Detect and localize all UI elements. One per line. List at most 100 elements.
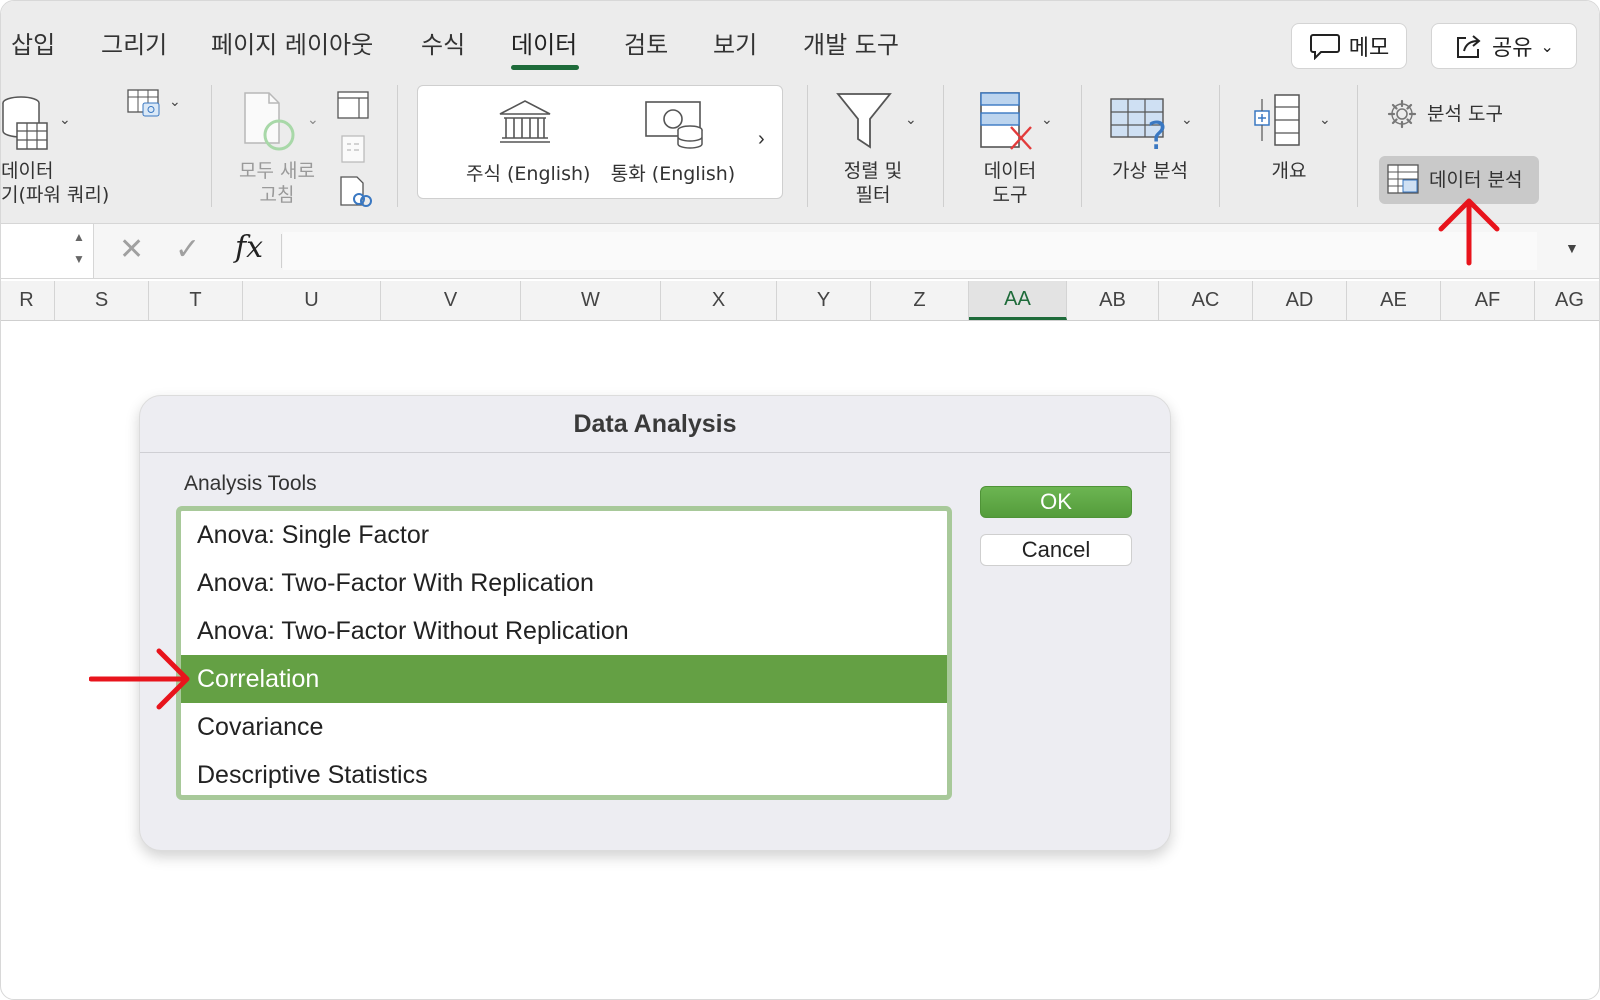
svg-text:?: ? [1147,114,1167,155]
data-analysis-dialog: Data Analysis Analysis Tools Anova: Sing… [139,395,1171,851]
what-if-analysis-label: 가상 분석 [1112,160,1188,182]
column-header-ae[interactable]: AE [1347,281,1441,320]
list-item[interactable]: Anova: Two-Factor Without Replication [181,607,947,655]
gear-icon [1387,99,1417,129]
list-item[interactable]: Anova: Two-Factor With Replication [181,559,947,607]
currencies-icon[interactable] [644,98,706,150]
stocks-bank-icon[interactable] [496,98,554,148]
edit-links-icon[interactable] [341,135,367,165]
column-header-s[interactable]: S [55,281,149,320]
group-separator [1219,85,1220,207]
name-box[interactable]: ▲ ▼ [1,224,94,278]
chevron-down-icon[interactable]: ⌄ [1319,111,1331,128]
tab-data[interactable]: 데이터 [511,25,577,60]
formula-bar: ▲ ▼ ✕ ✓ fx ▼ [1,223,1599,279]
expand-formula-icon[interactable]: ▼ [1565,240,1579,256]
column-header-ad[interactable]: AD [1253,281,1347,320]
tab-review[interactable]: 검토 [624,25,668,60]
column-header-aa[interactable]: AA [969,281,1067,320]
chevron-down-icon[interactable]: ⌄ [1181,111,1193,128]
memo-button[interactable]: 메모 [1291,23,1407,69]
share-button[interactable]: 공유 ⌄ [1431,23,1577,69]
chevron-right-icon[interactable]: › [758,128,765,151]
comment-icon [1309,34,1340,60]
column-header-u[interactable]: U [243,281,381,320]
refresh-all-label: 모두 새로 고침 [239,160,315,206]
data-tools-icon[interactable] [979,91,1037,153]
tab-page-layout[interactable]: 페이지 레이아웃 [211,25,373,60]
analysis-tools-label: Analysis Tools [184,472,317,495]
stocks-label[interactable]: 주식 (English) [466,162,590,186]
ribbon: 삽입 그리기 페이지 레이아웃 수식 데이터 검토 보기 개발 도구 메모 공유… [1,1,1599,223]
analysis-tools-label: 분석 도구 [1427,103,1503,125]
active-tab-indicator [511,65,579,70]
formula-input[interactable] [283,232,1537,270]
column-header-w[interactable]: W [521,281,661,320]
column-header-af[interactable]: AF [1441,281,1535,320]
group-separator [211,85,212,207]
list-item[interactable]: Covariance [181,703,947,751]
outline-label: 개요 [1271,160,1307,182]
confirm-entry-icon[interactable]: ✓ [175,232,200,267]
tab-view[interactable]: 보기 [713,25,757,60]
annotation-arrow-right [89,648,190,710]
share-label: 공유 [1492,36,1533,61]
currencies-label[interactable]: 통화 (English) [608,162,738,186]
tab-insert[interactable]: 삽입 [11,25,55,60]
column-header-t[interactable]: T [149,281,243,320]
what-if-analysis-icon[interactable]: ? [1109,97,1173,155]
group-separator [1357,85,1358,207]
group-separator [943,85,944,207]
column-header-ag[interactable]: AG [1535,281,1599,320]
data-tools-label: 데이터 도구 [983,160,1037,206]
column-headers: R S T U V W X Y Z AA AB AC AD AE AF AG [1,281,1599,321]
tab-draw[interactable]: 그리기 [101,25,167,60]
data-analysis-label: 데이터 분석 [1429,169,1523,191]
share-icon [1457,35,1481,58]
sort-filter-label: 정렬 및 필터 [843,160,903,206]
list-item[interactable]: Descriptive Statistics [181,751,947,795]
group-separator [1081,85,1082,207]
outline-icon[interactable] [1253,93,1303,149]
data-types-gallery: 주식 (English) 통화 (English) › [417,85,783,199]
chevron-down-icon[interactable]: ⌄ [169,93,181,110]
analysis-tools-button[interactable]: 분석 도구 [1387,99,1503,129]
database-icon[interactable] [1,91,57,153]
chevron-down-icon[interactable]: ⌄ [905,111,917,128]
group-separator [807,85,808,207]
list-item[interactable]: Anova: Single Factor [181,511,947,559]
group-separator [397,85,398,207]
memo-label: 메모 [1348,36,1390,61]
ok-button[interactable]: OK [980,486,1132,518]
cancel-entry-icon[interactable]: ✕ [119,232,144,267]
excel-window: 삽입 그리기 페이지 레이아웃 수식 데이터 검토 보기 개발 도구 메모 공유… [0,0,1600,1000]
filter-funnel-icon[interactable] [835,91,893,151]
list-item-selected[interactable]: Correlation [181,655,947,703]
formula-divider [281,234,282,268]
data-analysis-icon [1387,164,1419,194]
tab-developer[interactable]: 개발 도구 [803,25,899,60]
cancel-button[interactable]: Cancel [980,534,1132,566]
tab-formulas[interactable]: 수식 [421,25,465,60]
column-header-y[interactable]: Y [777,281,871,320]
column-header-x[interactable]: X [661,281,777,320]
properties-icon[interactable] [337,91,371,121]
stepper-up-icon[interactable]: ▲ [73,230,85,244]
column-header-ac[interactable]: AC [1159,281,1253,320]
table-camera-icon[interactable] [127,89,163,121]
column-header-r[interactable]: R [1,281,55,320]
chevron-down-icon[interactable]: ⌄ [59,111,71,128]
analysis-tools-list[interactable]: Anova: Single Factor Anova: Two-Factor W… [176,506,952,800]
stepper-down-icon[interactable]: ▼ [73,252,85,266]
column-header-ab[interactable]: AB [1067,281,1159,320]
refresh-all-icon[interactable] [241,91,303,153]
workbook-links-icon[interactable] [339,175,373,209]
chevron-down-icon[interactable]: ⌄ [1041,111,1053,128]
insert-function-button[interactable]: fx [235,230,263,265]
chevron-down-icon: ⌄ [1540,36,1554,56]
get-data-label: 데이터 기(파워 쿼리) [1,160,110,206]
column-header-z[interactable]: Z [871,281,969,320]
chevron-down-icon[interactable]: ⌄ [307,111,319,128]
column-header-v[interactable]: V [381,281,521,320]
annotation-arrow-up [1438,198,1500,266]
